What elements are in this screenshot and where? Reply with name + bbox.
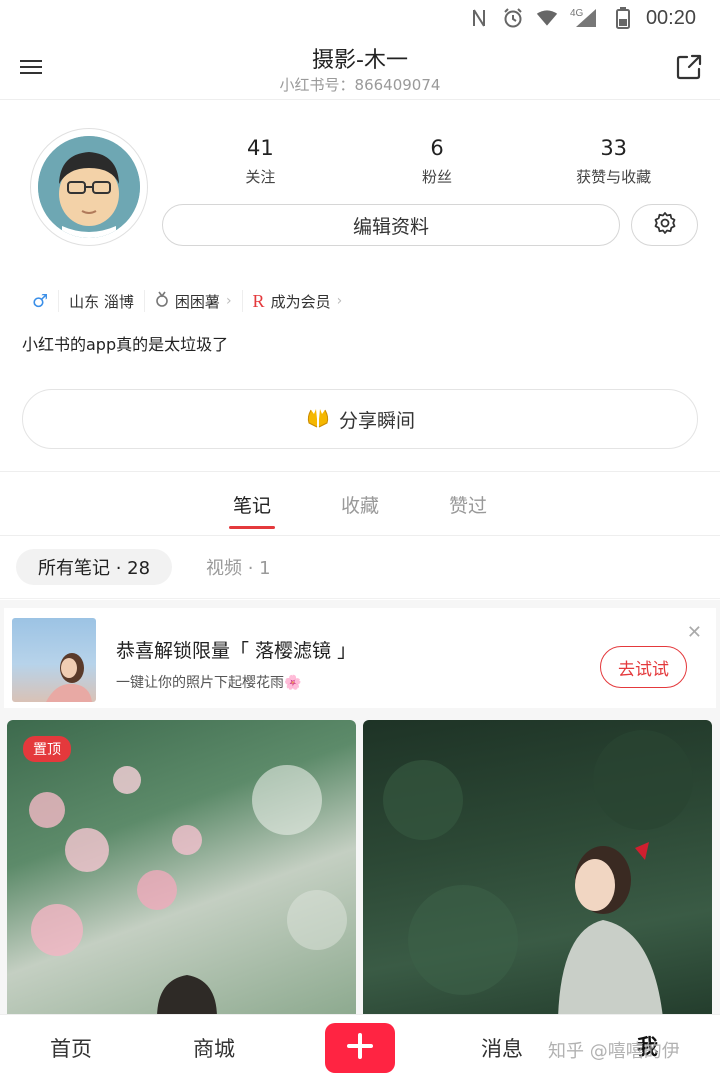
- watermark: 知乎 @嘻嘻的伊: [548, 1041, 680, 1062]
- gear-icon: [653, 211, 677, 239]
- profile-stats: 41 关注 6 粉丝 33 获赞与收藏: [172, 136, 702, 196]
- promo-subtitle: 一键让你的照片下起樱花雨🌸: [116, 675, 302, 691]
- filter-videos[interactable]: 视频 · 1: [206, 549, 271, 585]
- nav-messages[interactable]: 消息: [481, 1033, 523, 1063]
- tab-collections[interactable]: 收藏: [341, 472, 379, 535]
- alarm-icon: [502, 7, 524, 29]
- note-image: [29, 765, 347, 1018]
- note-card[interactable]: 置顶: [7, 720, 356, 1018]
- settings-button[interactable]: [631, 204, 698, 246]
- nav-home[interactable]: 首页: [50, 1033, 92, 1063]
- bio-text: 小红书的app真的是太垃圾了: [22, 335, 229, 354]
- pinned-badge: 置顶: [23, 736, 71, 762]
- share-moment-button[interactable]: 分享瞬间: [22, 389, 698, 449]
- membership-text: 成为会员: [270, 292, 331, 311]
- plus-icon: [346, 1032, 374, 1064]
- tab-notes[interactable]: 笔记: [233, 472, 271, 535]
- level-text: 困困薯: [174, 292, 220, 311]
- promo-thumbnail: [12, 618, 96, 702]
- promo-card[interactable]: 恭喜解锁限量「 落樱滤镜 」 一键让你的照片下起樱花雨🌸 去试试 ✕: [4, 608, 716, 708]
- tab-liked[interactable]: 赞过: [449, 472, 487, 535]
- filter-all-notes[interactable]: 所有笔记 · 28: [16, 549, 173, 585]
- stat-followers[interactable]: 6 粉丝: [349, 136, 526, 196]
- bottom-navigation: 首页 商城 消息 我 知乎 @嘻嘻的伊: [0, 1014, 720, 1080]
- chevron-right-icon: ›: [225, 293, 232, 309]
- nfc-icon: [468, 7, 490, 29]
- page-title: 摄影-木一: [312, 48, 408, 73]
- try-it-button[interactable]: 去试试: [600, 646, 687, 688]
- note-image: [383, 730, 693, 1018]
- promo-section: 恭喜解锁限量「 落樱滤镜 」 一键让你的照片下起樱花雨🌸 去试试 ✕: [0, 600, 720, 712]
- chevron-right-icon: ›: [336, 293, 343, 309]
- membership-tag[interactable]: R 成为会员 ›: [243, 290, 353, 312]
- stat-value: 41: [246, 136, 274, 160]
- gender-tag: ♂: [20, 290, 60, 312]
- avatar-image: [38, 136, 140, 238]
- notes-feed: 置顶: [0, 712, 720, 1018]
- stat-label: 关注: [245, 168, 276, 186]
- note-card[interactable]: [363, 720, 712, 1018]
- stat-label: 粉丝: [422, 168, 453, 186]
- male-icon: ♂: [32, 290, 49, 312]
- profile-header: 摄影-木一 小红书号：866409074: [0, 36, 720, 100]
- close-icon[interactable]: ✕: [687, 622, 702, 643]
- stat-value: 6: [430, 136, 444, 160]
- svg-text:4G: 4G: [570, 8, 584, 19]
- stat-label: 获赞与收藏: [576, 168, 652, 186]
- avatar[interactable]: [30, 128, 148, 246]
- location-text: 山东 淄博: [69, 292, 134, 311]
- medal-icon: [155, 291, 169, 311]
- share-icon[interactable]: [674, 52, 704, 82]
- promo-title: 恭喜解锁限量「 落樱滤镜 」: [116, 640, 357, 662]
- content-tabs: 笔记 收藏 赞过: [0, 472, 720, 536]
- signal-icon: 4G: [570, 7, 600, 29]
- battery-icon: [612, 7, 634, 29]
- location-tag: 山东 淄博: [59, 290, 145, 312]
- level-tag[interactable]: 困困薯 ›: [145, 290, 243, 312]
- create-post-button[interactable]: [325, 1023, 395, 1073]
- edit-profile-button[interactable]: 编辑资料: [162, 204, 620, 246]
- user-id: 小红书号：866409074: [279, 76, 441, 94]
- profile-tags: ♂ 山东 淄博 困困薯 › R 成为会员 ›: [20, 286, 352, 316]
- praying-hands-icon: [305, 405, 331, 434]
- stat-following[interactable]: 41 关注: [172, 136, 349, 196]
- member-r-icon: R: [252, 290, 265, 311]
- stat-likes-collections[interactable]: 33 获赞与收藏: [525, 136, 702, 196]
- wifi-icon: [536, 7, 558, 29]
- share-moment-label: 分享瞬间: [338, 409, 415, 432]
- note-filter: 所有笔记 · 28 视频 · 1: [0, 537, 720, 599]
- clock: 00:20: [645, 6, 696, 29]
- nav-mall[interactable]: 商城: [193, 1033, 235, 1063]
- status-bar: 4G 00:20: [0, 0, 720, 36]
- stat-value: 33: [600, 136, 628, 160]
